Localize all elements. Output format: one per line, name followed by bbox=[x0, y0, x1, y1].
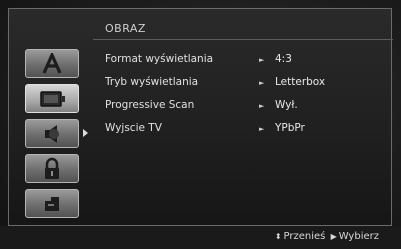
active-tab-arrow-icon bbox=[83, 129, 88, 137]
category-sidebar bbox=[21, 49, 88, 224]
setting-value: Letterbox bbox=[275, 76, 326, 88]
right-arrow-icon: ► bbox=[259, 79, 265, 87]
setup-menu-panel: OBRAZ Format wyświetlania ► 4:3 Tryb wyś… bbox=[8, 8, 395, 226]
setting-value: Wył. bbox=[275, 99, 298, 111]
other-icon bbox=[45, 196, 59, 211]
right-arrow-icon: ► bbox=[259, 56, 265, 64]
list-item[interactable]: Wyjscie TV ► YPbPr bbox=[105, 122, 395, 138]
title-divider bbox=[93, 39, 393, 40]
language-icon bbox=[42, 52, 62, 74]
select-hint: Wybierz bbox=[338, 231, 379, 242]
list-item[interactable]: Progressive Scan ► Wył. bbox=[105, 99, 395, 115]
audio-tab[interactable] bbox=[25, 119, 79, 148]
setting-value: YPbPr bbox=[275, 122, 305, 134]
right-arrow-icon: ► bbox=[259, 102, 265, 110]
language-tab[interactable] bbox=[25, 49, 79, 78]
footer-hints: ⬍ Przenieś ▶ Wybierz bbox=[273, 231, 379, 242]
right-arrow-icon: ► bbox=[259, 125, 265, 133]
list-item[interactable]: Format wyświetlania ► 4:3 bbox=[105, 53, 395, 69]
footer-bar: ⬍ Przenieś ▶ Wybierz bbox=[0, 226, 401, 249]
setting-value: 4:3 bbox=[275, 53, 292, 65]
other-tab[interactable] bbox=[25, 189, 79, 218]
display-icon bbox=[40, 90, 65, 107]
lock-icon bbox=[45, 157, 59, 179]
menu-title: OBRAZ bbox=[105, 22, 146, 35]
move-hint: Przenieś bbox=[283, 231, 326, 242]
setting-label: Wyjscie TV bbox=[105, 122, 162, 134]
list-item[interactable]: Tryb wyświetlania ► Letterbox bbox=[105, 76, 395, 92]
setting-label: Progressive Scan bbox=[105, 99, 195, 111]
play-triangle-icon: ▶ bbox=[330, 232, 337, 241]
audio-icon bbox=[45, 124, 59, 143]
display-tab[interactable] bbox=[25, 84, 79, 113]
setting-label: Format wyświetlania bbox=[105, 53, 214, 65]
setting-label: Tryb wyświetlania bbox=[105, 76, 199, 88]
lock-tab[interactable] bbox=[25, 154, 79, 183]
up-down-arrows-icon: ⬍ bbox=[274, 232, 282, 241]
screen-background: OBRAZ Format wyświetlania ► 4:3 Tryb wyś… bbox=[0, 0, 401, 249]
